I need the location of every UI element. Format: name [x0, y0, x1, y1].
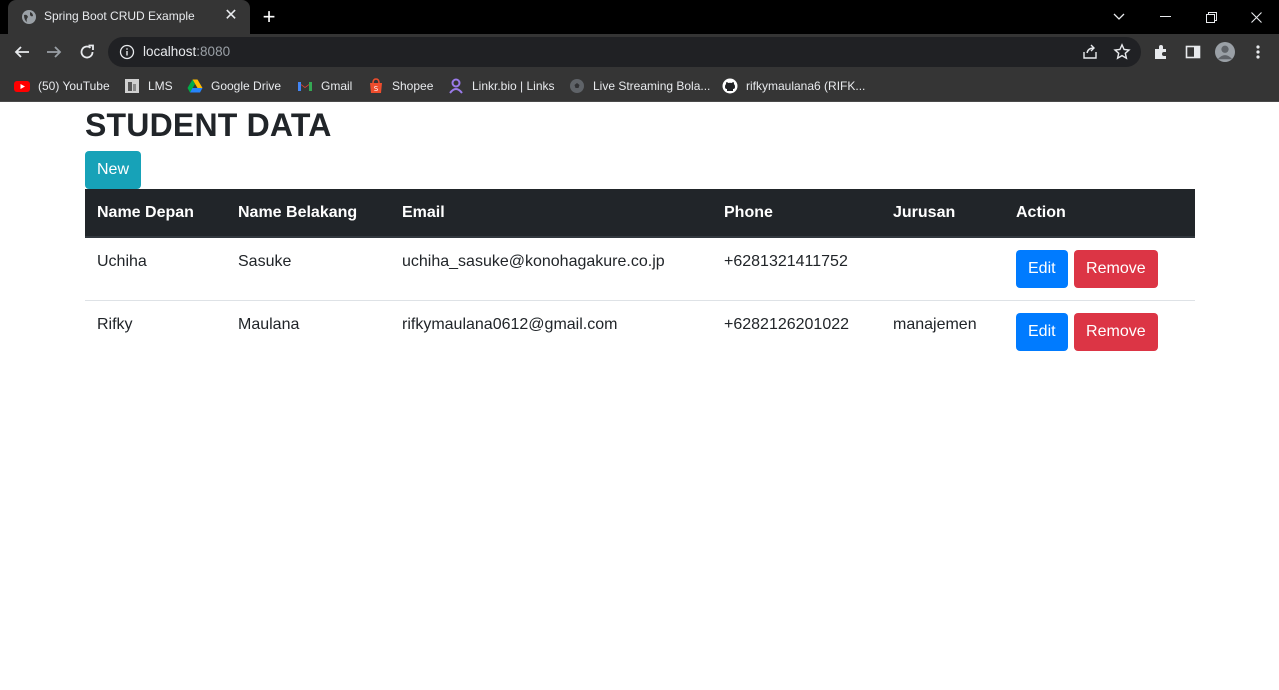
- student-table: Name Depan Name Belakang Email Phone Jur…: [85, 189, 1195, 363]
- address-bar[interactable]: localhost:8080: [108, 37, 1141, 67]
- column-header: Email: [390, 189, 712, 238]
- share-icon[interactable]: [1081, 43, 1099, 61]
- phone-cell: +6282126201022: [724, 315, 850, 333]
- reload-icon[interactable]: [76, 41, 98, 63]
- youtube-icon: [14, 81, 30, 92]
- bookmark-google-drive[interactable]: Google Drive: [187, 76, 281, 96]
- soccer-ball-icon: [570, 79, 584, 93]
- github-icon: [722, 78, 738, 94]
- page-title: STUDENT DATA: [85, 107, 332, 143]
- remove-button[interactable]: Remove: [1074, 312, 1158, 351]
- jurusan-cell: [881, 237, 1004, 301]
- bookmark-gmail[interactable]: Gmail: [297, 76, 352, 96]
- side-panel-icon[interactable]: [1183, 42, 1203, 62]
- column-header: Phone: [712, 189, 881, 238]
- column-header: Name Belakang: [226, 189, 390, 238]
- page-content: STUDENT DATA New Name Depan Name Belakan…: [85, 103, 1195, 363]
- menu-kebab-icon[interactable]: [1248, 42, 1268, 62]
- bookmarks-bar: (50) YouTube LMS Google Drive Gmail S Sh…: [0, 70, 1279, 102]
- bookmark-lms[interactable]: LMS: [124, 76, 173, 96]
- forward-icon[interactable]: [43, 41, 65, 63]
- table-header-row: Name Depan Name Belakang Email Phone Jur…: [85, 189, 1195, 238]
- star-bookmark-icon[interactable]: [1113, 43, 1131, 61]
- jurusan-cell: manajemen: [893, 315, 977, 333]
- close-window-icon[interactable]: [1233, 0, 1279, 34]
- avatar[interactable]: [1215, 42, 1235, 62]
- back-icon[interactable]: [11, 41, 33, 63]
- last-name-cell: Maulana: [238, 315, 300, 333]
- bookmark-linkr[interactable]: Linkr.bio | Links: [448, 76, 555, 96]
- bookmark-youtube[interactable]: (50) YouTube: [14, 76, 110, 96]
- lms-icon: [125, 79, 139, 93]
- minimize-icon[interactable]: [1142, 0, 1188, 34]
- action-cell: Edit Remove: [1004, 300, 1195, 363]
- browser-tab[interactable]: Spring Boot CRUD Example ✕: [8, 0, 250, 34]
- extensions-icon[interactable]: [1151, 42, 1171, 62]
- edit-button[interactable]: Edit: [1016, 312, 1068, 351]
- restore-icon[interactable]: [1188, 0, 1234, 34]
- tab-search-icon[interactable]: [1096, 0, 1142, 34]
- first-name-cell: Rifky: [97, 315, 133, 333]
- email-cell: uchiha_sasuke@konohagakure.co.jp: [390, 237, 712, 301]
- svg-text:S: S: [374, 85, 379, 93]
- first-name-cell: Uchiha: [85, 237, 226, 301]
- column-header: Action: [1004, 189, 1195, 238]
- shopee-icon: S: [370, 78, 382, 93]
- url-text: localhost:8080: [143, 44, 231, 59]
- linkr-icon: [449, 78, 463, 94]
- tab-title: Spring Boot CRUD Example: [44, 9, 195, 23]
- new-student-button[interactable]: New: [85, 151, 142, 189]
- last-name-cell: Sasuke: [226, 237, 390, 301]
- column-header: Jurusan: [881, 189, 1004, 238]
- gmail-icon: [298, 82, 312, 91]
- info-icon[interactable]: [119, 44, 135, 60]
- browser-tabstrip: Spring Boot CRUD Example ✕ +: [0, 0, 1279, 34]
- globe-icon: [22, 10, 36, 24]
- close-tab-icon[interactable]: ✕: [223, 8, 239, 24]
- bookmark-shopee[interactable]: S Shopee: [368, 76, 433, 96]
- column-header: Name Depan: [85, 189, 226, 238]
- bookmark-github[interactable]: rifkymaulana6 (RIFK...: [722, 76, 865, 96]
- edit-button[interactable]: Edit: [1016, 250, 1068, 288]
- email-cell: rifkymaulana0612@gmail.com: [402, 315, 618, 333]
- browser-toolbar: localhost:8080: [0, 34, 1279, 70]
- bookmark-live-streaming[interactable]: Live Streaming Bola...: [569, 76, 710, 96]
- google-drive-icon: [187, 79, 203, 93]
- table-row: Uchiha Sasuke uchiha_sasuke@konohagakure…: [85, 237, 1195, 301]
- phone-cell: +6281321411752: [712, 237, 881, 301]
- table-row: Rifky Maulana rifkymaulana0612@gmail.com…: [85, 300, 1195, 363]
- action-cell: Edit Remove: [1004, 237, 1195, 301]
- remove-button[interactable]: Remove: [1074, 250, 1158, 288]
- new-tab-icon[interactable]: +: [259, 6, 279, 28]
